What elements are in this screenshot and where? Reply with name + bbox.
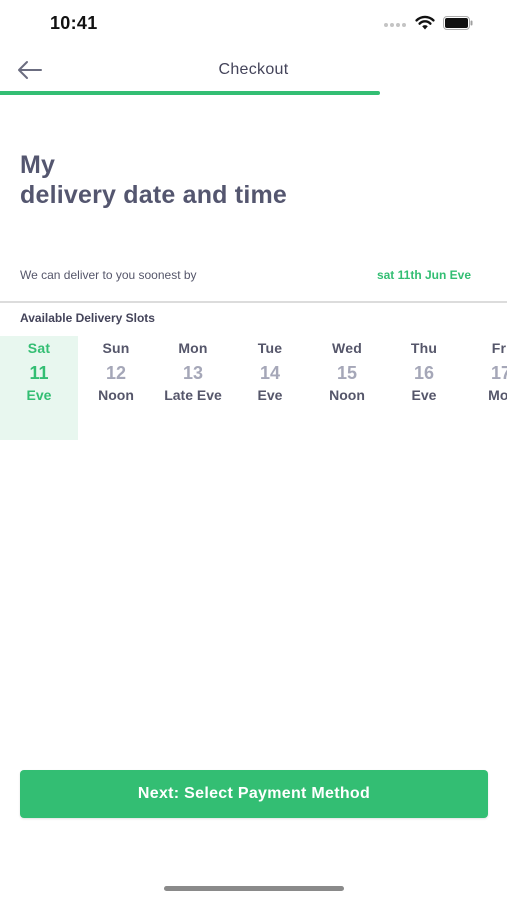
- delivery-slot[interactable]: Tue 14 Eve: [231, 336, 309, 440]
- delivery-slot[interactable]: Wed 15 Noon: [308, 336, 386, 440]
- status-bar: 10:41: [0, 0, 507, 46]
- slot-date: 11: [29, 363, 49, 383]
- slots-title: Available Delivery Slots: [20, 311, 155, 325]
- delivery-slot[interactable]: Sat 11 Eve: [0, 336, 78, 440]
- heading-line-1: My: [20, 151, 56, 179]
- slot-time: Mor: [488, 387, 507, 403]
- delivery-slot[interactable]: Fri 17 Mor: [462, 336, 507, 440]
- slot-date: 16: [413, 363, 435, 383]
- slot-time: Eve: [411, 387, 437, 403]
- next-payment-button[interactable]: Next: Select Payment Method: [20, 770, 488, 818]
- slot-time: Late Eve: [164, 387, 222, 403]
- home-indicator: [164, 886, 344, 891]
- slot-time: Noon: [329, 387, 365, 403]
- slot-date: 13: [182, 363, 204, 383]
- delivery-slots: Sat 11 Eve Sun 12 Noon Mon 13 Late Eve Tue 14 Eve We…: [0, 336, 507, 440]
- progress-fill: [0, 91, 381, 95]
- battery-icon: [443, 16, 473, 30]
- slot-day: Wed: [332, 340, 362, 356]
- soonest-label: We can deliver to you soonest by: [20, 268, 197, 282]
- slot-day: Sun: [102, 340, 130, 356]
- slot-time: Eve: [26, 387, 52, 403]
- delivery-slot[interactable]: Mon 13 Late Eve: [154, 336, 232, 440]
- slot-day: Mon: [178, 340, 208, 356]
- delivery-slot[interactable]: Sun 12 Noon: [77, 336, 155, 440]
- slot-time: Eve: [257, 387, 283, 403]
- signal-icon: [384, 23, 406, 27]
- header: Checkout: [0, 50, 507, 94]
- checkout-screen: 10:41 Checkout My delivery date and time…: [0, 0, 507, 900]
- soonest-delivery-row: We can deliver to you soonest by sat 11t…: [20, 266, 471, 284]
- wifi-icon: [415, 15, 435, 30]
- section-heading: My delivery date and time: [20, 150, 287, 210]
- slot-day: Fri: [491, 340, 507, 356]
- slot-day: Thu: [410, 340, 438, 356]
- divider: [0, 301, 507, 303]
- soonest-value: sat 11th Jun Eve: [376, 268, 471, 282]
- slot-day: Tue: [257, 340, 283, 356]
- page-title: Checkout: [218, 61, 289, 78]
- slot-day: Sat: [27, 340, 51, 356]
- slot-date: 15: [336, 363, 358, 383]
- status-time: 10:41: [50, 13, 98, 33]
- slot-date: 17: [490, 363, 507, 383]
- slot-date: 12: [105, 363, 127, 383]
- delivery-slot[interactable]: Thu 16 Eve: [385, 336, 463, 440]
- checkout-progress: [0, 91, 507, 95]
- slot-time: Noon: [98, 387, 134, 403]
- slot-date: 14: [259, 363, 281, 383]
- heading-line-2: delivery date and time: [20, 181, 287, 209]
